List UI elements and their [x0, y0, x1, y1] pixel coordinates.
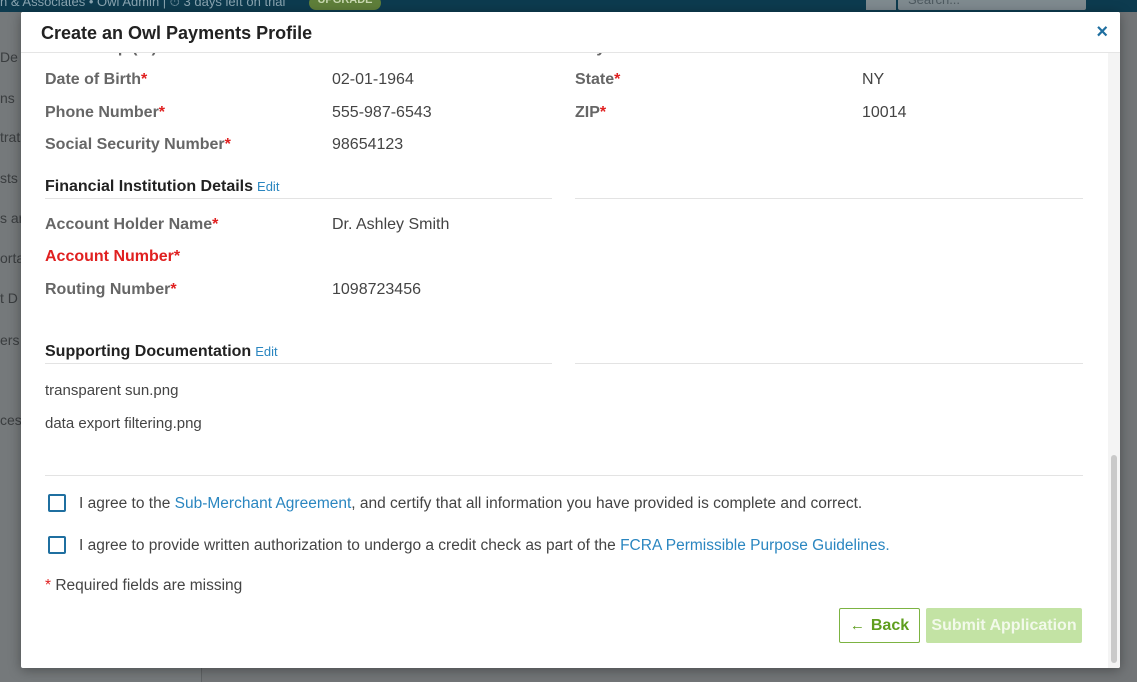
section-divider	[575, 198, 1083, 199]
dob-label: Date of Birth*	[45, 71, 148, 88]
docs-edit-link[interactable]: Edit	[255, 344, 277, 359]
sub-merchant-agreement-link[interactable]: Sub-Merchant Agreement	[175, 495, 352, 512]
required-fields-notice: * Required fields are missing	[45, 577, 243, 594]
zip-label: ZIP*	[575, 104, 607, 121]
agreements-divider	[45, 475, 1083, 476]
section-divider	[45, 198, 552, 199]
back-button[interactable]: ← Back	[839, 608, 920, 643]
ssn-value: 98654123	[332, 136, 404, 153]
sidebar-item[interactable]: ers	[0, 332, 19, 348]
routing-number-label: Routing Number*	[45, 281, 177, 298]
account-number-label: Account Number*	[45, 248, 181, 265]
sidebar-item[interactable]: ces	[0, 412, 22, 428]
arrow-left-icon: ←	[849, 617, 865, 634]
breadcrumb: n & Associates • Owl Admin | ⏱ 3 days le…	[0, 0, 286, 9]
sub-merchant-agreement-text: I agree to the Sub-Merchant Agreement, a…	[79, 495, 863, 512]
routing-number-value: 1098723456	[332, 281, 421, 298]
close-icon[interactable]: ×	[1096, 22, 1108, 42]
sidebar-item[interactable]: trat	[0, 129, 20, 145]
sidebar-item[interactable]: sts	[0, 170, 18, 186]
phone-label: Phone Number*	[45, 104, 166, 121]
document-file[interactable]: data export filtering.png	[45, 415, 202, 432]
upgrade-button[interactable]: UPGRADE	[309, 0, 381, 10]
sidebar-item[interactable]: t D	[0, 290, 18, 306]
state-value: NY	[862, 71, 885, 88]
search-icon[interactable]	[866, 0, 896, 10]
search-input[interactable]: Search...	[898, 0, 1086, 10]
scrollbar-thumb[interactable]	[1111, 455, 1117, 663]
ssn-label: Social Security Number*	[45, 136, 231, 153]
submit-application-button[interactable]: Submit Application	[926, 608, 1082, 643]
account-holder-value: Dr. Ashley Smith	[332, 216, 450, 233]
modal-body: Ownership (%) 100 City New York Date of …	[21, 12, 1120, 668]
sub-merchant-agreement-checkbox[interactable]	[48, 494, 66, 512]
app-top-bar: n & Associates • Owl Admin | ⏱ 3 days le…	[0, 0, 1137, 12]
docs-section-title: Supporting Documentation Edit	[45, 343, 278, 360]
credit-check-checkbox[interactable]	[48, 536, 66, 554]
document-file[interactable]: transparent sun.png	[45, 382, 178, 399]
dob-value: 02-01-1964	[332, 71, 414, 88]
sidebar-item[interactable]: De	[0, 49, 18, 65]
section-divider	[575, 363, 1083, 364]
credit-check-text: I agree to provide written authorization…	[79, 537, 890, 554]
financial-edit-link[interactable]: Edit	[257, 179, 279, 194]
modal-title: Create an Owl Payments Profile	[41, 23, 313, 43]
create-profile-modal: Ownership (%) 100 City New York Date of …	[21, 12, 1120, 668]
state-label: State*	[575, 71, 621, 88]
zip-value: 10014	[862, 104, 907, 121]
sidebar-item[interactable]: s ar	[0, 210, 23, 226]
sidebar-item[interactable]: ns	[0, 90, 15, 106]
modal-header: Create an Owl Payments Profile ×	[21, 12, 1120, 53]
account-holder-label: Account Holder Name*	[45, 216, 219, 233]
fcra-guidelines-link[interactable]: FCRA Permissible Purpose Guidelines.	[620, 537, 890, 554]
section-divider	[45, 363, 552, 364]
phone-value: 555-987-6543	[332, 104, 432, 121]
financial-section-title: Financial Institution Details Edit	[45, 178, 280, 195]
